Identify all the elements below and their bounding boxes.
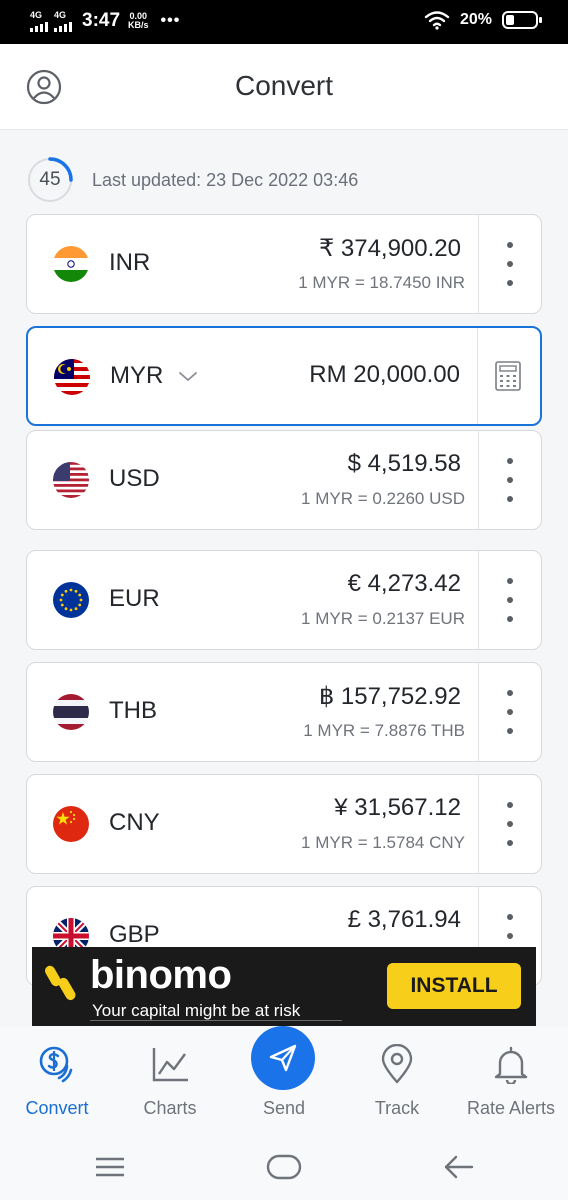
menu-icon[interactable] — [94, 1152, 126, 1182]
card-divider — [477, 775, 479, 873]
currency-card-myr[interactable]: MYR RM 20,000.00 — [26, 326, 542, 426]
india-flag-icon — [53, 246, 89, 282]
malaysia-flag-icon — [54, 359, 90, 395]
ad-tagline: Your capital might be at risk — [92, 1001, 301, 1020]
nav-charts[interactable]: Charts — [113, 1026, 227, 1136]
more-options-icon[interactable] — [497, 578, 523, 622]
card-divider — [477, 663, 479, 761]
card-divider — [477, 215, 479, 313]
card-divider — [477, 431, 479, 529]
currency-code: CNY — [109, 809, 160, 836]
exchange-rate: 1 MYR = 0.2137 EUR — [301, 609, 465, 628]
network-type-1: 4G — [30, 9, 43, 20]
paper-plane-icon — [269, 1044, 297, 1072]
exchange-rate: 1 MYR = 7.8876 THB — [303, 721, 465, 740]
bell-icon — [494, 1046, 528, 1084]
chevron-down-icon[interactable] — [176, 364, 200, 388]
nav-track[interactable]: Track — [340, 1026, 454, 1136]
currency-amount[interactable]: $ 4,519.58 — [348, 450, 461, 478]
nav-rate-alerts[interactable]: Rate Alerts — [454, 1026, 568, 1136]
currency-amount[interactable]: € 4,273.42 — [348, 570, 461, 598]
location-pin-icon — [381, 1044, 413, 1084]
network-speed: 0.00 KB/s — [128, 12, 149, 30]
china-flag-icon — [53, 806, 89, 842]
back-icon[interactable] — [442, 1152, 474, 1182]
usa-flag-icon — [53, 462, 89, 498]
nav-convert[interactable]: Convert — [0, 1026, 114, 1136]
currency-card-usd[interactable]: USD $ 4,519.58 1 MYR = 0.2260 USD — [26, 430, 542, 530]
more-options-icon[interactable] — [497, 242, 523, 286]
binomo-logo-icon — [45, 965, 76, 1001]
status-bar: 4G 4G 3:47 0.00 KB/s ••• 20% — [0, 0, 568, 44]
signal-bars-icon — [30, 21, 48, 32]
ad-underline — [90, 1020, 342, 1021]
update-status: 45 Last updated: 23 Dec 2022 03:46 — [26, 156, 358, 204]
page-title: Convert — [234, 70, 334, 101]
currency-card-eur[interactable]: EUR € 4,273.42 1 MYR = 0.2137 EUR — [26, 550, 542, 650]
refresh-seconds: 45 — [39, 169, 61, 190]
eu-flag-icon — [53, 582, 89, 618]
nav-label: Send — [262, 1098, 306, 1118]
clock: 3:47 — [82, 10, 121, 31]
currency-code: MYR — [110, 362, 164, 389]
currency-code: THB — [109, 697, 157, 724]
battery-icon — [502, 11, 542, 29]
currency-amount[interactable]: ฿ 157,752.92 — [319, 682, 461, 711]
nav-label: Rate Alerts — [466, 1098, 556, 1118]
calculator-icon[interactable] — [494, 360, 522, 392]
currency-amount[interactable]: £ 3,761.94 — [348, 906, 461, 934]
currency-code: EUR — [109, 585, 160, 612]
home-icon[interactable] — [266, 1152, 302, 1182]
nav-label: Track — [374, 1098, 420, 1118]
currency-amount[interactable]: ₹ 374,900.20 — [319, 234, 461, 263]
more-options-icon[interactable] — [497, 802, 523, 846]
currency-code: INR — [109, 249, 151, 276]
currency-card-cny[interactable]: CNY ¥ 31,567.12 1 MYR = 1.5784 CNY — [26, 774, 542, 874]
exchange-rate: 1 MYR = 1.5784 CNY — [301, 833, 465, 852]
signal-2: 4G — [54, 9, 72, 32]
more-options-icon[interactable] — [497, 690, 523, 734]
currency-card-thb[interactable]: THB ฿ 157,752.92 1 MYR = 7.8876 THB — [26, 662, 542, 762]
exchange-rate: 1 MYR = 0.2260 USD — [301, 489, 465, 508]
currency-code: USD — [109, 465, 160, 492]
currency-card-inr[interactable]: INR ₹ 374,900.20 1 MYR = 18.7450 INR — [26, 214, 542, 314]
refresh-timer[interactable]: 45 — [26, 156, 74, 204]
dollar-exchange-icon — [39, 1046, 73, 1083]
system-nav-bar — [0, 1136, 568, 1200]
card-divider — [476, 328, 478, 424]
nav-label: Charts — [143, 1098, 197, 1118]
ad-brand: binomo — [90, 953, 232, 997]
app-header: Convert — [0, 44, 568, 130]
signal-1: 4G — [30, 9, 48, 32]
network-type-2: 4G — [54, 9, 67, 20]
card-divider — [477, 551, 479, 649]
ad-banner[interactable]: binomo Your capital might be at risk INS… — [32, 947, 536, 1026]
more-options-icon[interactable] — [497, 458, 523, 502]
wifi-icon — [424, 11, 450, 30]
currency-code: GBP — [109, 921, 160, 948]
currency-amount[interactable]: ¥ 31,567.12 — [334, 794, 461, 822]
line-chart-icon — [152, 1048, 188, 1082]
speed-unit: KB/s — [128, 20, 149, 30]
last-updated-text: Last updated: 23 Dec 2022 03:46 — [92, 169, 359, 190]
signal-bars-icon — [54, 21, 72, 32]
nav-label: Convert — [25, 1098, 89, 1118]
install-button[interactable]: INSTALL — [387, 963, 521, 1009]
more-notifications-icon: ••• — [160, 12, 181, 29]
currency-amount[interactable]: RM 20,000.00 — [309, 361, 460, 389]
battery-percent: 20% — [459, 11, 492, 28]
nav-send[interactable]: Send — [227, 1026, 341, 1136]
thailand-flag-icon — [53, 694, 89, 730]
bottom-nav: Convert Charts Send Track Rate Alerts — [0, 1026, 568, 1136]
exchange-rate: 1 MYR = 18.7450 INR — [298, 273, 465, 292]
send-fab[interactable] — [251, 1026, 315, 1090]
